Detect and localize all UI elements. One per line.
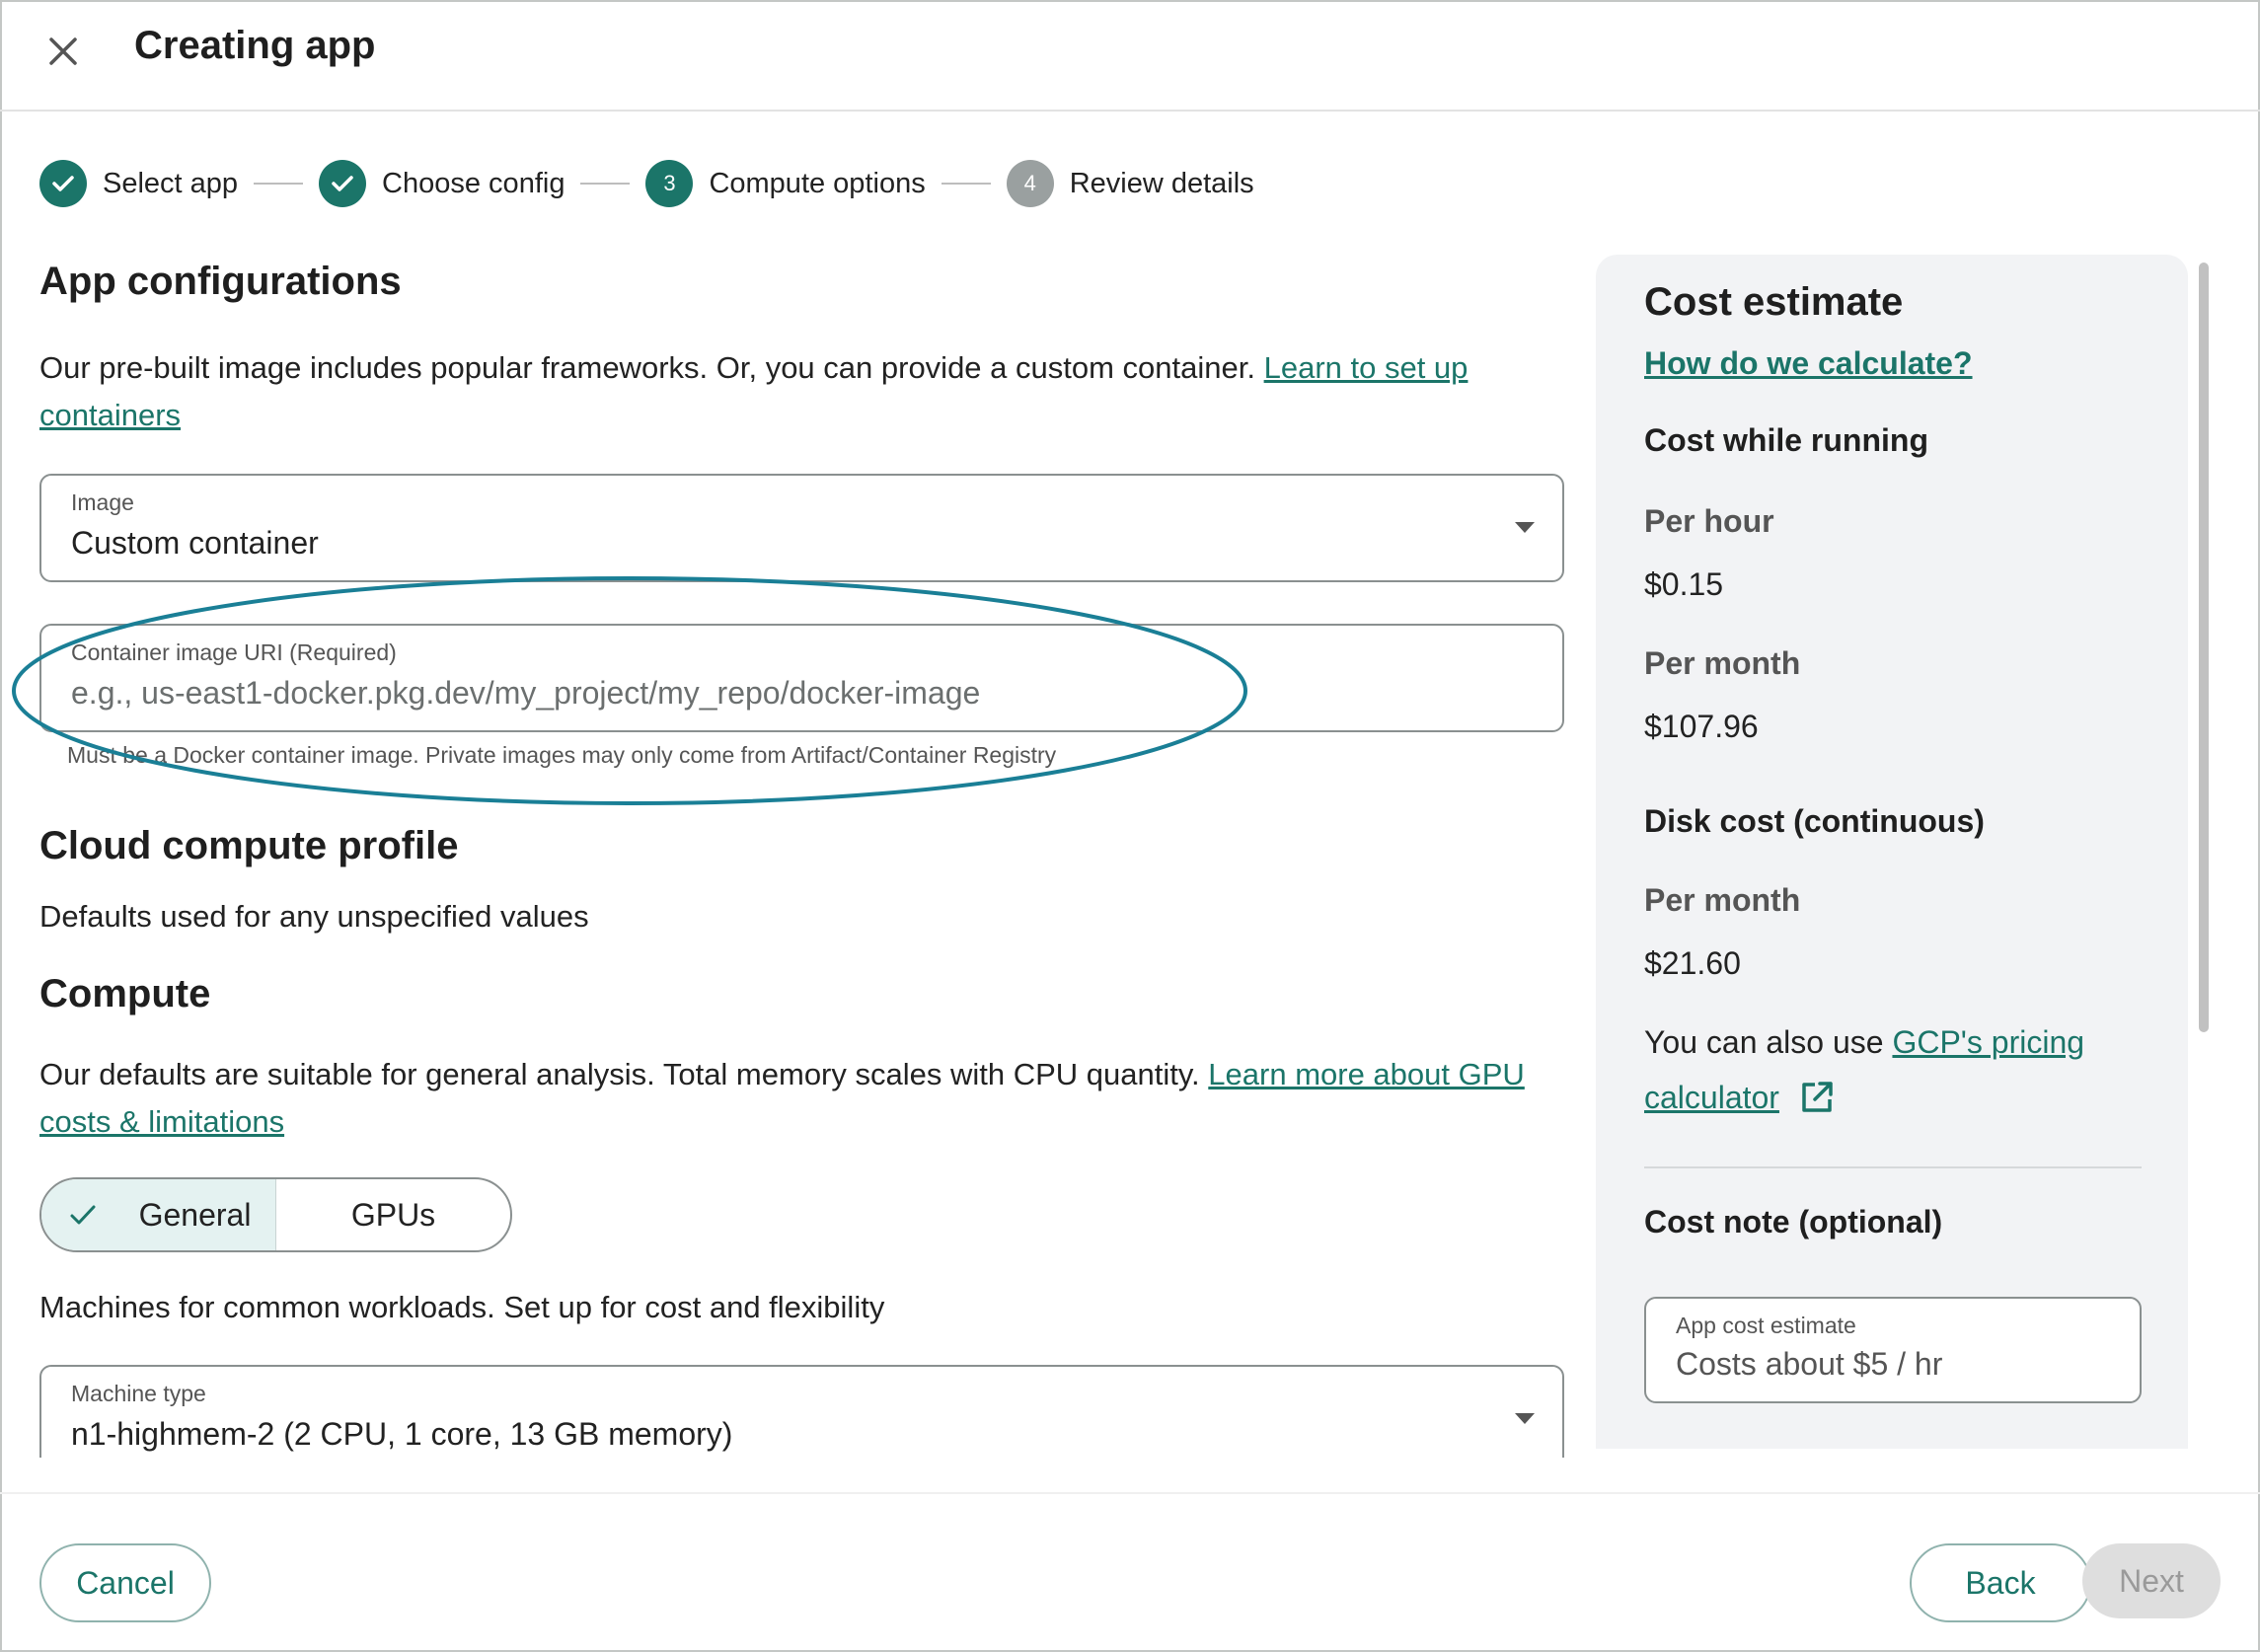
cost-running-heading: Cost while running [1644,422,1928,458]
scrollbar[interactable] [2193,255,2215,1449]
page-title: Creating app [134,24,376,67]
toggle-general[interactable]: General [41,1179,276,1250]
disk-month-value: $21.60 [1644,945,1741,981]
image-value: Custom container [71,525,319,561]
cloud-profile-description: Defaults used for any unspecified values [39,899,589,934]
external-link-icon[interactable] [1798,1079,1836,1116]
image-label: Image [71,489,134,515]
step-label: Compute options [709,167,926,199]
cost-heading: Cost estimate [1644,280,1904,324]
close-icon [49,38,77,65]
machine-type-clip: Machine type n1-highmem-2 (2 CPU, 1 core… [39,1365,1564,1458]
machines-description: Machines for common workloads. Set up fo… [39,1290,885,1324]
dropdown-arrow-icon [1515,1413,1535,1424]
compute-description: Our defaults are suitable for general an… [39,1057,1525,1139]
container-uri-label: Container image URI (Required) [71,639,397,665]
per-hour-label: Per hour [1644,503,1774,539]
per-hour-value: $0.15 [1644,566,1724,602]
container-uri-helper: Must be a Docker container image. Privat… [67,742,1057,768]
close-button[interactable] [39,28,87,75]
dialog-header: Creating app [0,0,2260,112]
step-choose-config[interactable]: Choose config [319,160,565,207]
check-icon [39,160,87,207]
step-label: Select app [103,167,239,199]
next-button[interactable]: Next [2082,1543,2221,1618]
cost-note-label: App cost estimate [1676,1313,1856,1338]
step-connector [254,183,304,185]
back-button[interactable]: Back [1910,1543,2091,1622]
disk-cost-heading: Disk cost (continuous) [1644,803,1985,839]
step-compute-options[interactable]: 3 Compute options [645,160,926,207]
disk-month-label: Per month [1644,882,1801,918]
cancel-button[interactable]: Cancel [39,1543,211,1622]
how-calculate-link[interactable]: How do we calculate? [1644,345,1973,382]
per-month-value: $107.96 [1644,709,1759,744]
dropdown-arrow-icon [1515,522,1535,533]
container-uri-input[interactable] [71,671,1453,714]
step-review-details[interactable]: 4 Review details [1006,160,1254,207]
cost-note-value: Costs about $5 / hr [1676,1346,1943,1382]
machine-type-label: Machine type [71,1381,206,1406]
step-label: Review details [1069,167,1254,199]
cost-panel: Cost estimate How do we calculate? Cost … [1596,255,2188,1449]
machine-type-value: n1-highmem-2 (2 CPU, 1 core, 13 GB memor… [71,1416,733,1452]
scrollbar-thumb[interactable] [2199,263,2209,1032]
divider [1644,1166,2142,1168]
app-config-heading: App configurations [39,260,402,303]
toggle-gpus-label: GPUs [350,1196,436,1233]
app-config-description: Our pre-built image includes popular fra… [39,350,1469,432]
per-month-label: Per month [1644,645,1801,681]
step-number: 4 [1006,160,1054,207]
step-connector [580,183,631,185]
cloud-profile-heading: Cloud compute profile [39,824,459,867]
compute-heading: Compute [39,972,211,1015]
dialog-footer: Cancel Back Next [0,1492,2260,1652]
toggle-gpus[interactable]: GPUs [276,1179,510,1250]
check-icon [70,1205,96,1225]
image-select[interactable]: Image Custom container [39,474,1564,582]
step-select-app[interactable]: Select app [39,160,238,207]
machine-type-select[interactable]: Machine type n1-highmem-2 (2 CPU, 1 core… [39,1365,1564,1458]
step-connector [941,183,991,185]
cost-note-field[interactable]: App cost estimate Costs about $5 / hr [1644,1297,2142,1403]
step-number: 3 [645,160,694,207]
container-uri-field[interactable]: Container image URI (Required) [39,624,1564,732]
toggle-general-label: General [138,1196,252,1233]
stepper: Select app Choose config 3 Compute optio… [39,158,1254,209]
step-label: Choose config [382,167,565,199]
machine-family-toggle: General GPUs [39,1177,512,1252]
check-icon [319,160,367,207]
cost-note-heading: Cost note (optional) [1644,1204,1943,1239]
gcp-calculator-text: You can also use GCP's pricing calculato… [1644,1024,2085,1116]
